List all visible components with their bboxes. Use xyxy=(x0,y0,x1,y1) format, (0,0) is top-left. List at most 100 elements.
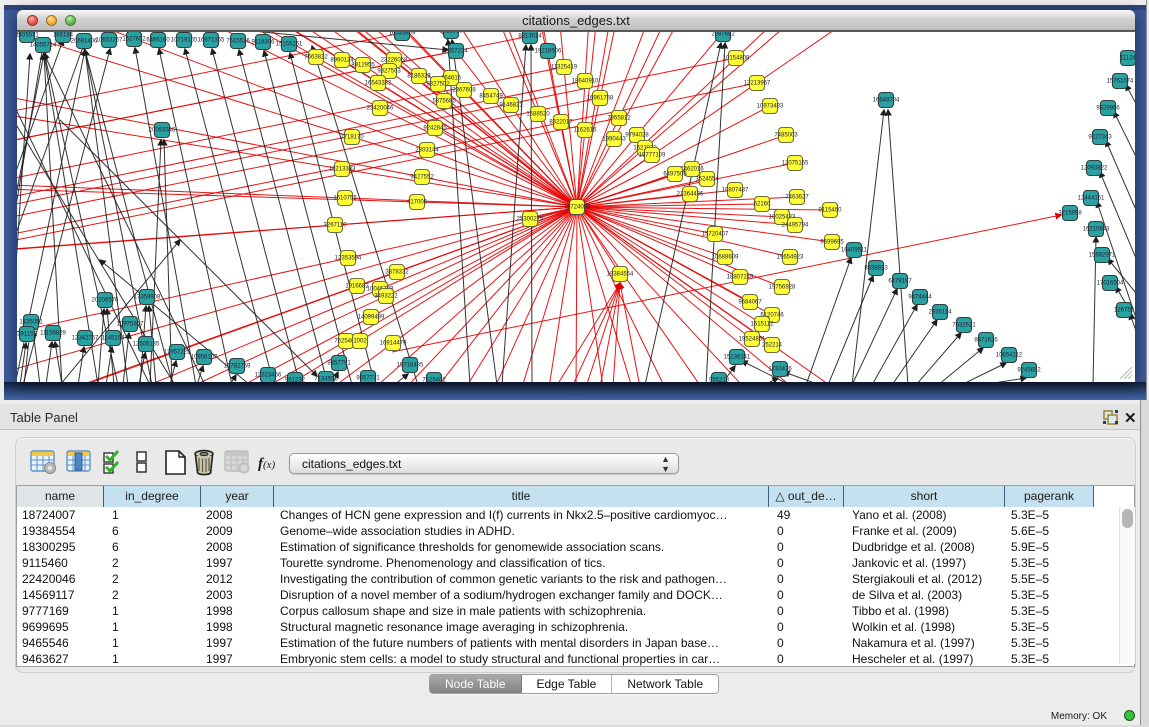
svg-text:8912955: 8912955 xyxy=(351,63,375,69)
svg-text:12213967: 12213967 xyxy=(744,81,771,87)
svg-text:15720407: 15720407 xyxy=(702,232,729,238)
svg-text:18724007: 18724007 xyxy=(564,205,591,211)
svg-text:1435051: 1435051 xyxy=(19,320,43,326)
svg-text:15692971: 15692971 xyxy=(1089,253,1116,259)
svg-text:20691406: 20691406 xyxy=(71,39,98,45)
svg-text:18807249: 18807249 xyxy=(727,275,754,281)
svg-text:252214: 252214 xyxy=(762,343,783,349)
svg-text:1615112: 1615112 xyxy=(751,322,775,328)
svg-text:12505135: 12505135 xyxy=(133,342,160,348)
svg-text:12353594: 12353594 xyxy=(335,256,362,262)
svg-text:8938923: 8938923 xyxy=(864,266,888,272)
svg-text:9227343: 9227343 xyxy=(1088,135,1112,141)
svg-text:6479197: 6479197 xyxy=(888,279,912,285)
svg-text:15751074: 15751074 xyxy=(1107,79,1134,85)
svg-text:10154808: 10154808 xyxy=(723,56,750,62)
svg-text:19218506: 19218506 xyxy=(535,49,562,55)
svg-text:1162615: 1162615 xyxy=(574,128,598,134)
svg-text:9146821: 9146821 xyxy=(499,103,523,109)
svg-text:9329966: 9329966 xyxy=(1096,106,1120,112)
svg-text:8322017: 8322017 xyxy=(549,120,573,126)
svg-text:6466160: 6466160 xyxy=(146,38,170,44)
svg-text:126753: 126753 xyxy=(1114,308,1135,314)
svg-text:1405571: 1405571 xyxy=(17,33,39,39)
svg-text:1733426: 1733426 xyxy=(768,367,792,373)
svg-text:10975867: 10975867 xyxy=(117,322,144,328)
svg-text:3493222: 3493222 xyxy=(374,294,398,300)
svg-text:19384554: 19384554 xyxy=(607,272,634,278)
svg-text:1610755: 1610755 xyxy=(333,196,357,202)
svg-text:7463627: 7463627 xyxy=(785,195,809,201)
svg-text:2935114: 2935114 xyxy=(929,310,953,316)
svg-text:1527602: 1527602 xyxy=(122,37,146,43)
svg-text:12444151: 12444151 xyxy=(1078,196,1105,202)
svg-text:10719155: 10719155 xyxy=(171,38,198,44)
svg-text:15136141: 15136141 xyxy=(724,355,751,361)
svg-text:9245652: 9245652 xyxy=(1017,368,1041,374)
svg-text:7515526: 7515526 xyxy=(226,39,250,45)
svg-text:9327503: 9327503 xyxy=(377,69,401,75)
svg-text:19756928: 19756928 xyxy=(769,285,796,291)
svg-text:9118306: 9118306 xyxy=(252,40,276,46)
svg-text:10654112: 10654112 xyxy=(996,353,1023,359)
svg-text:19777109: 19777109 xyxy=(639,153,666,159)
svg-text:2718170: 2718170 xyxy=(340,135,364,141)
svg-text:11325419: 11325419 xyxy=(551,65,578,71)
svg-text:3215958: 3215958 xyxy=(1058,211,1082,217)
svg-text:17957225: 17957225 xyxy=(164,350,191,356)
svg-text:11156829: 11156829 xyxy=(40,331,66,337)
svg-text:9474444: 9474444 xyxy=(908,295,932,301)
svg-text:17016504: 17016504 xyxy=(1097,281,1124,287)
svg-text:7357224: 7357224 xyxy=(444,49,468,55)
svg-text:16033809: 16033809 xyxy=(389,32,416,37)
svg-text:7955812: 7955812 xyxy=(607,116,631,122)
svg-text:8454749: 8454749 xyxy=(479,94,503,100)
svg-text:2367608: 2367608 xyxy=(452,88,476,94)
svg-text:2803144: 2803144 xyxy=(415,148,439,154)
svg-text:391159: 391159 xyxy=(17,332,37,338)
svg-text:7625402: 7625402 xyxy=(422,378,446,383)
svg-text:16961758: 16961758 xyxy=(587,96,614,102)
svg-text:10688609: 10688609 xyxy=(712,255,739,261)
svg-text:1588520: 1588520 xyxy=(526,112,550,118)
svg-text:5875685: 5875685 xyxy=(432,99,456,105)
svg-text:3878332: 3878332 xyxy=(385,270,409,276)
svg-text:7134556: 7134556 xyxy=(314,377,338,383)
svg-text:417006: 417006 xyxy=(407,200,428,206)
svg-text:12342757: 12342757 xyxy=(72,336,99,342)
svg-text:24495794: 24495794 xyxy=(782,223,809,229)
svg-text:8186323: 8186323 xyxy=(407,74,431,80)
svg-text:25300275: 25300275 xyxy=(517,217,544,223)
svg-text:(x): (x) xyxy=(263,459,276,471)
svg-text:12213383: 12213383 xyxy=(329,167,356,173)
svg-text:10653267: 10653267 xyxy=(96,38,123,44)
svg-text:21364436: 21364436 xyxy=(677,192,704,198)
svg-text:1990443: 1990443 xyxy=(602,137,626,143)
svg-text:9699695: 9699695 xyxy=(820,240,844,246)
svg-text:16543382: 16543382 xyxy=(365,81,392,87)
svg-text:18640910: 18640910 xyxy=(572,79,599,85)
svg-text:16782759: 16782759 xyxy=(224,364,251,370)
svg-text:15155261: 15155261 xyxy=(276,42,303,48)
svg-text:10807487: 10807487 xyxy=(722,188,749,194)
svg-text:12323466: 12323466 xyxy=(255,373,282,379)
svg-text:62160: 62160 xyxy=(754,202,771,208)
svg-text:19654923: 19654923 xyxy=(777,255,804,261)
svg-text:8912955: 8912955 xyxy=(439,32,463,35)
svg-text:2087682: 2087682 xyxy=(711,32,735,38)
svg-text:961232: 961232 xyxy=(285,378,306,383)
svg-text:10973493: 10973493 xyxy=(757,104,784,110)
svg-text:16409511: 16409511 xyxy=(841,248,868,254)
svg-text:8813014: 8813014 xyxy=(518,34,542,40)
svg-text:9327502: 9327502 xyxy=(426,82,450,88)
svg-text:14055714: 14055714 xyxy=(30,43,57,49)
svg-text:955213: 955213 xyxy=(709,378,730,383)
svg-text:9242845: 9242845 xyxy=(423,126,447,132)
svg-text:1145194: 1145194 xyxy=(102,336,126,342)
svg-text:7632621: 7632621 xyxy=(952,323,976,329)
svg-text:20053346: 20053346 xyxy=(149,128,176,134)
svg-text:8471626: 8471626 xyxy=(974,338,998,344)
svg-text:16671355: 16671355 xyxy=(198,38,225,44)
svg-text:12075165: 12075165 xyxy=(782,161,809,167)
svg-text:16648784: 16648784 xyxy=(873,98,900,104)
